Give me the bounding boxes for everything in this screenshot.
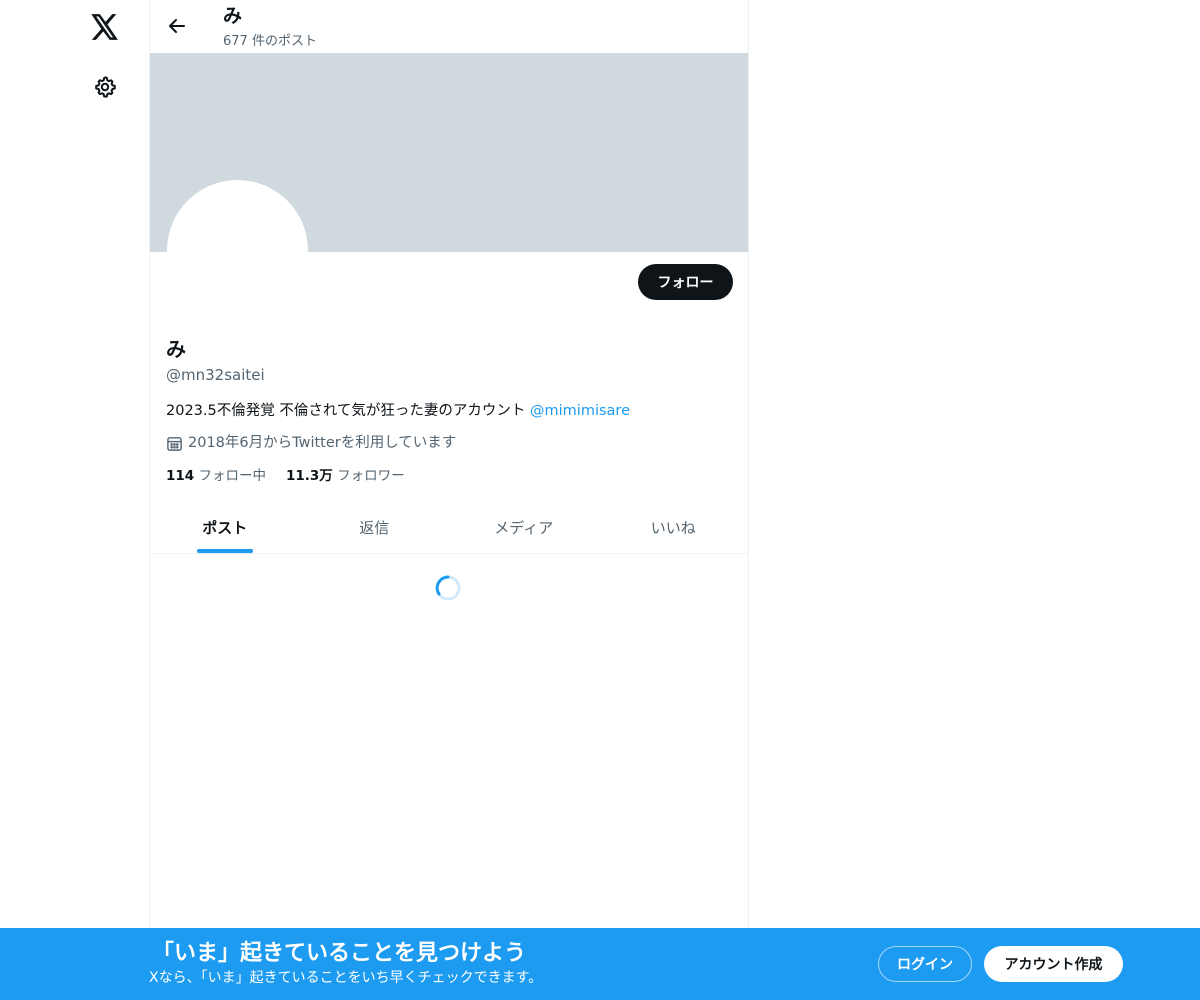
app-root: み 677 件のポスト フォロー み @mn32saitei 2023.5不倫発… bbox=[0, 0, 1200, 1000]
login-button[interactable]: ログイン bbox=[878, 946, 972, 982]
arrow-left-icon[interactable] bbox=[164, 13, 190, 39]
tab-likes[interactable]: いいね bbox=[599, 502, 749, 553]
display-name: み bbox=[166, 337, 186, 361]
gear-icon[interactable] bbox=[90, 72, 120, 102]
profile-column: み 677 件のポスト フォロー み @mn32saitei 2023.5不倫発… bbox=[149, 0, 749, 1000]
joined-date: 2018年6月からTwitterを利用しています bbox=[166, 433, 456, 453]
followers-count: 11.3万 bbox=[285, 468, 333, 484]
create-account-button[interactable]: アカウント作成 bbox=[984, 946, 1123, 982]
bottom-bar-subtitle: Xなら、「いま」起きていることをいち早くチェックできます。 bbox=[149, 970, 543, 986]
tab-label: メディア bbox=[494, 519, 554, 537]
bio: 2023.5不倫発覚 不倫されて気が狂った妻のアカウント @mimimisare bbox=[166, 401, 630, 421]
bio-text: 2023.5不倫発覚 不倫されて気が狂った妻のアカウント bbox=[166, 403, 531, 419]
loading-spinner-icon bbox=[435, 575, 461, 601]
tab-active-indicator bbox=[196, 549, 253, 553]
follow-stats: 114 フォロー中 11.3万 フォロワー bbox=[166, 466, 425, 486]
tab-replies[interactable]: 返信 bbox=[300, 502, 450, 553]
profile-header: み 677 件のポスト bbox=[150, 0, 748, 53]
left-nav bbox=[0, 0, 150, 1000]
post-count: 677 件のポスト bbox=[223, 34, 317, 49]
following-count: 114 bbox=[166, 468, 195, 484]
header-name: み bbox=[223, 5, 243, 27]
bottom-bar-title: 「いま」起きていることを見つけよう bbox=[152, 941, 527, 966]
tab-posts[interactable]: ポスト bbox=[150, 502, 300, 553]
tab-label: ポスト bbox=[202, 519, 248, 537]
follow-button[interactable]: フォロー bbox=[638, 264, 733, 300]
tab-media[interactable]: メディア bbox=[449, 502, 599, 553]
calendar-icon bbox=[167, 436, 182, 451]
following-label: フォロー中 bbox=[198, 468, 266, 484]
joined-text: 2018年6月からTwitterを利用しています bbox=[188, 435, 457, 451]
x-logo-icon[interactable] bbox=[88, 10, 122, 44]
followers-link[interactable]: 11.3万 フォロワー bbox=[286, 466, 405, 486]
followers-label: フォロワー bbox=[337, 468, 405, 484]
handle: @mn32saitei bbox=[166, 366, 265, 384]
tab-label: 返信 bbox=[359, 519, 390, 537]
bio-mention-link[interactable]: @mimimisare bbox=[530, 403, 630, 419]
profile-tabs: ポスト 返信 メディア いいね bbox=[150, 502, 748, 554]
avatar[interactable] bbox=[167, 180, 308, 321]
tab-label: いいね bbox=[650, 519, 696, 537]
following-link[interactable]: 114 フォロー中 bbox=[166, 466, 266, 486]
